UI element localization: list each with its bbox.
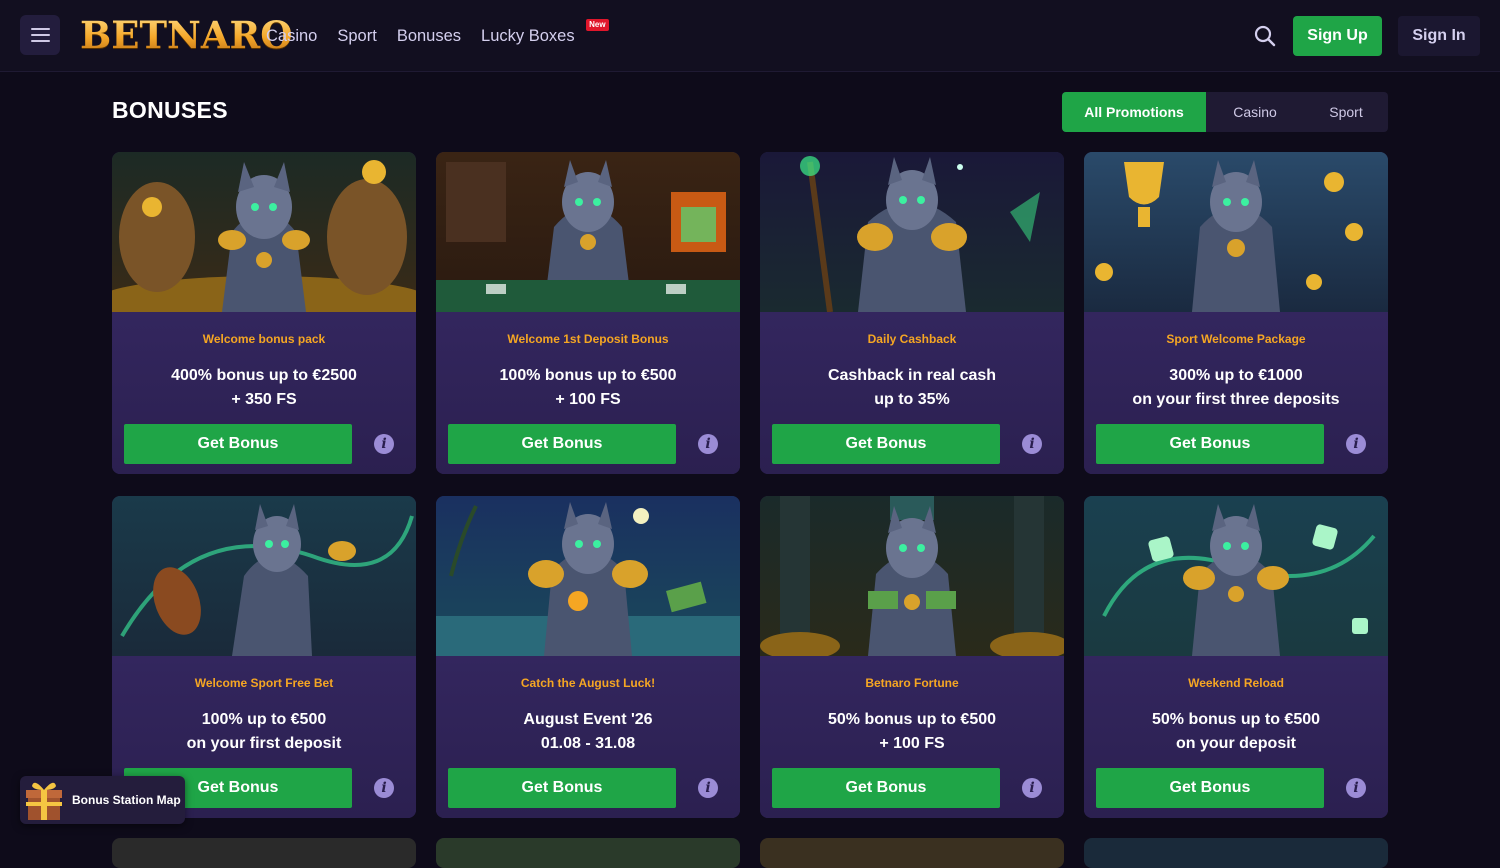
card-offer-line2: + 100 FS [555,391,621,408]
card-offer-line1: 100% bonus up to €500 [499,367,677,384]
card-offer: August Event '26 01.08 - 31.08 [436,708,740,756]
card-image-dungeon-cash [760,496,1064,656]
card-offer-line2: + 350 FS [231,391,297,408]
search-icon[interactable] [1253,24,1277,48]
bonus-card-partial [436,838,740,868]
card-offer-line2: on your deposit [1176,735,1296,752]
card-offer: Cashback in real cash up to 35% [760,364,1064,412]
bonus-card-partial [760,838,1064,868]
bonus-card-partial [1084,838,1388,868]
bonus-card: Sport Welcome Package 300% up to €1000 o… [1084,152,1388,474]
card-offer: 100% bonus up to €500 + 100 FS [436,364,740,412]
bonus-card: Catch the August Luck! August Event '26 … [436,496,740,818]
logo[interactable]: BETNARO [80,12,293,58]
tab-casino[interactable]: Casino [1206,92,1304,132]
promotion-filter-tabs: All Promotions Casino Sport [1062,92,1388,132]
bonus-card-partial [112,838,416,868]
card-offer-line2: on your first three deposits [1132,391,1340,408]
nav-lucky-boxes[interactable]: Lucky Boxes New [481,18,609,46]
bonus-card: Welcome bonus pack 400% bonus up to €250… [112,152,416,474]
bonus-card: Welcome 1st Deposit Bonus 100% bonus up … [436,152,740,474]
card-body: Sport Welcome Package 300% up to €1000 o… [1084,312,1388,474]
nav-casino[interactable]: Casino [266,27,317,46]
nav-bonuses[interactable]: Bonuses [397,27,461,46]
info-icon[interactable]: i [698,434,718,454]
card-image-staff-night [760,152,1064,312]
bonus-card: Betnaro Fortune 50% bonus up to €500 + 1… [760,496,1064,818]
info-icon[interactable]: i [1022,434,1042,454]
new-badge: New [586,18,609,31]
info-icon[interactable]: i [1022,778,1042,798]
card-body: Betnaro Fortune 50% bonus up to €500 + 1… [760,656,1064,818]
card-offer-line2: up to 35% [874,391,950,408]
card-offer-line2: 01.08 - 31.08 [540,735,636,752]
card-offer-line1: August Event '26 [523,711,653,728]
card-image-trophy-coins [1084,152,1388,312]
info-icon[interactable]: i [1346,434,1366,454]
nav-lucky-boxes-label: Lucky Boxes [481,26,575,45]
card-subtitle: Betnaro Fortune [865,676,959,690]
info-icon[interactable]: i [374,778,394,798]
info-icon[interactable]: i [698,778,718,798]
hamburger-icon-bar [30,34,50,36]
tab-all-promotions[interactable]: All Promotions [1062,92,1206,132]
card-subtitle: Weekend Reload [1188,676,1284,690]
card-offer-line1: 100% up to €500 [201,711,327,728]
bonus-card: Welcome Sport Free Bet 100% up to €500 o… [112,496,416,818]
info-icon[interactable]: i [374,434,394,454]
card-image-football-swirl [112,496,416,656]
card-body: Catch the August Luck! August Event '26 … [436,656,740,818]
main-nav: Casino Sport Bonuses Lucky Boxes New [266,0,609,72]
bonus-station-map-button[interactable]: Bonus Station Map [20,776,185,824]
sign-up-button[interactable]: Sign Up [1293,16,1382,56]
card-image-beach-cash [436,496,740,656]
info-icon[interactable]: i [1346,778,1366,798]
card-offer: 400% bonus up to €2500 + 350 FS [112,364,416,412]
card-offer: 100% up to €500 on your first deposit [112,708,416,756]
hamburger-menu-button[interactable] [20,15,60,55]
card-offer: 50% bonus up to €500 + 100 FS [760,708,1064,756]
card-image-tavern-table [436,152,740,312]
card-offer-line1: 300% up to €1000 [1169,367,1303,384]
card-offer-line1: Cashback in real cash [827,367,997,384]
get-bonus-button[interactable]: Get Bonus [772,424,1000,464]
card-offer-line1: 50% bonus up to €500 [1151,711,1321,728]
card-offer-line1: 50% bonus up to €500 [827,711,997,728]
get-bonus-button[interactable]: Get Bonus [124,424,352,464]
card-body: Welcome 1st Deposit Bonus 100% bonus up … [436,312,740,474]
card-subtitle: Catch the August Luck! [520,676,656,690]
nav-sport[interactable]: Sport [337,27,376,46]
bonus-card: Weekend Reload 50% bonus up to €500 on y… [1084,496,1388,818]
card-subtitle: Welcome bonus pack [202,332,326,346]
get-bonus-button[interactable]: Get Bonus [1096,768,1324,808]
card-body: Welcome bonus pack 400% bonus up to €250… [112,312,416,474]
card-body: Weekend Reload 50% bonus up to €500 on y… [1084,656,1388,818]
card-subtitle: Welcome 1st Deposit Bonus [507,332,669,346]
hamburger-icon [30,28,50,30]
card-offer-line1: 400% bonus up to €2500 [171,367,357,384]
card-subtitle: Welcome Sport Free Bet [194,676,334,690]
hamburger-icon-bar [30,40,50,42]
get-bonus-button[interactable]: Get Bonus [448,768,676,808]
card-subtitle: Daily Cashback [867,332,957,346]
card-image-gold-sacks [112,152,416,312]
card-offer-line2: + 100 FS [879,735,945,752]
card-offer-line2: on your first deposit [186,735,342,752]
get-bonus-button[interactable]: Get Bonus [772,768,1000,808]
get-bonus-button[interactable]: Get Bonus [1096,424,1324,464]
bonus-station-label: Bonus Station Map [72,793,181,807]
card-image-dice-magic [1084,496,1388,656]
top-header: BETNARO Casino Sport Bonuses Lucky Boxes… [0,0,1500,72]
card-subtitle: Sport Welcome Package [1166,332,1306,346]
card-offer: 50% bonus up to €500 on your deposit [1084,708,1388,756]
gift-box-icon [26,782,62,820]
card-offer: 300% up to €1000 on your first three dep… [1084,364,1388,412]
tab-sport[interactable]: Sport [1304,92,1388,132]
sign-in-button[interactable]: Sign In [1398,16,1480,56]
get-bonus-button[interactable]: Get Bonus [448,424,676,464]
bonus-card: Daily Cashback Cashback in real cash up … [760,152,1064,474]
card-body: Daily Cashback Cashback in real cash up … [760,312,1064,474]
page-title: BONUSES [112,97,228,123]
